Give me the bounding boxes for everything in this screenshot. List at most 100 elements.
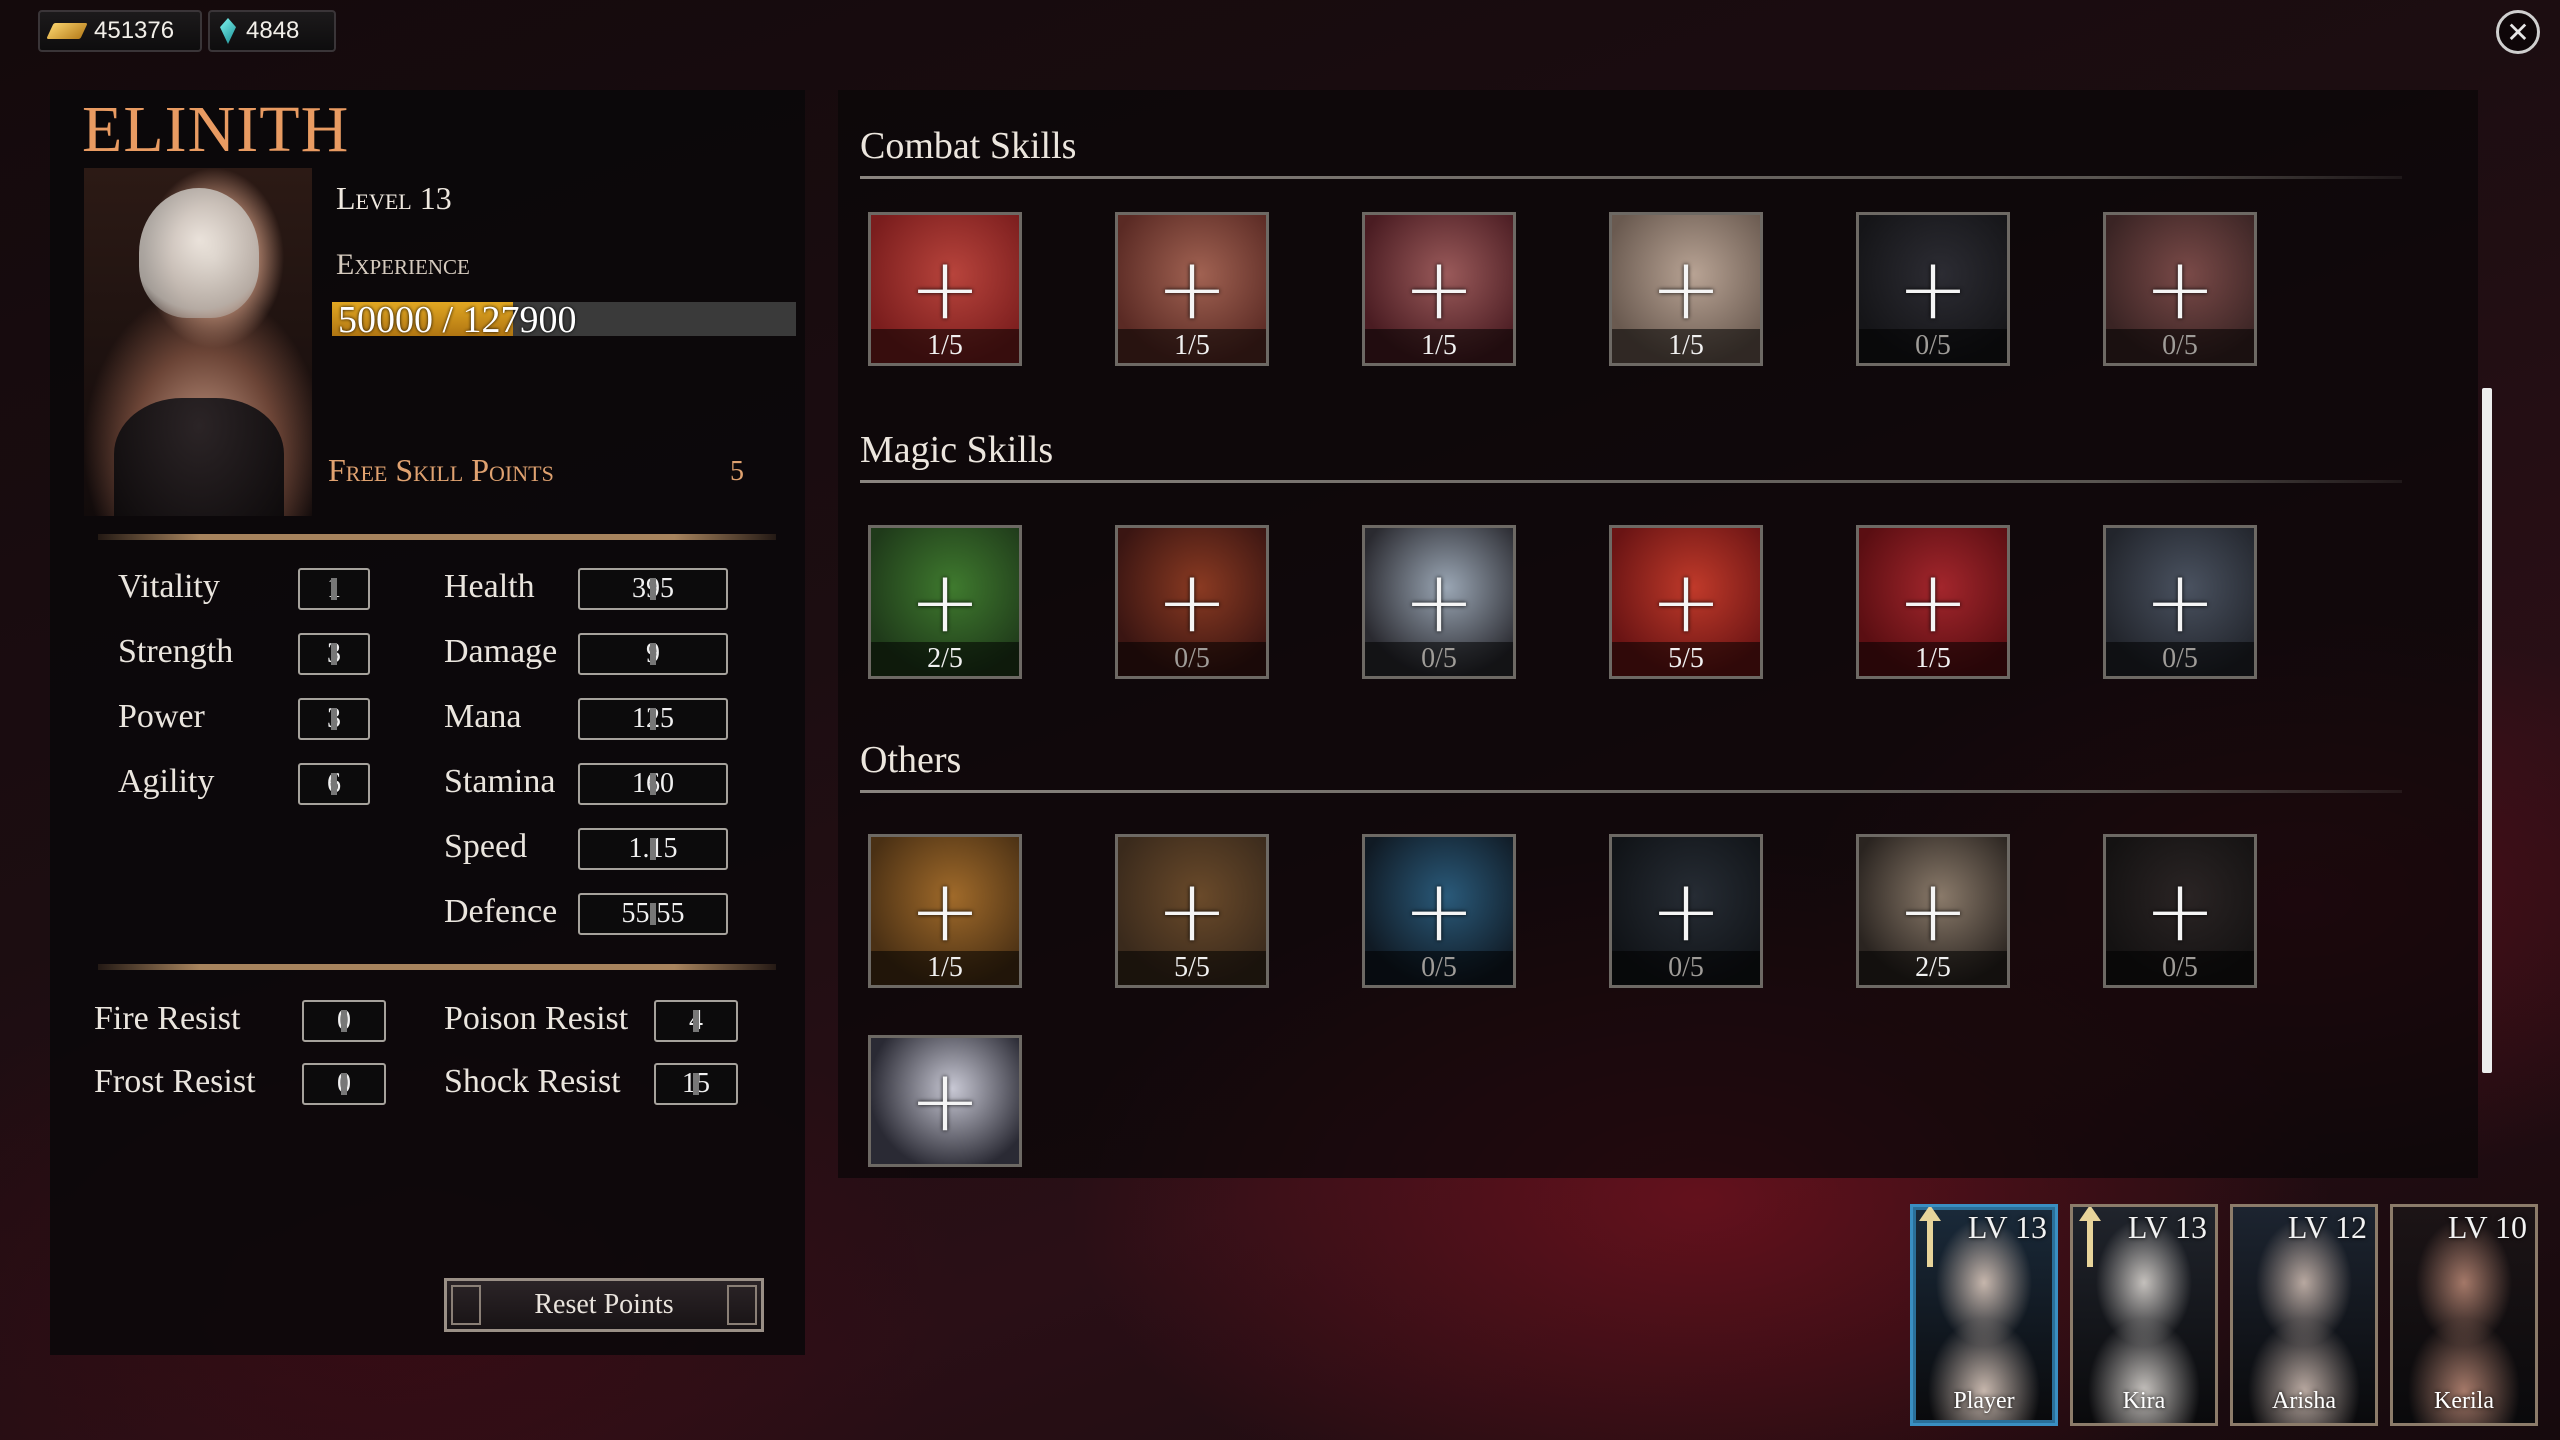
health-value: 395 [578,568,728,610]
party-member-card[interactable]: LV 13 Player [1910,1204,2058,1426]
skill-slot[interactable]: +0/5 [1856,212,2010,366]
level-up-arrow-icon [2079,1207,2101,1267]
plus-icon[interactable]: + [909,1058,981,1144]
stat-label: Shock Resist [444,1063,621,1100]
divider [98,534,776,540]
experience-label: Experience [336,248,470,281]
plus-icon[interactable]: + [1650,559,1722,645]
character-name: ELINITH [82,93,350,166]
stat-label: Vitality [118,568,220,605]
skill-rank: 2/5 [871,642,1019,676]
skill-slot[interactable]: +1/5 [1609,212,1763,366]
skill-rank: 0/5 [2106,329,2254,363]
damage-value: 9 [578,633,728,675]
party-member-name: Arisha [2272,1388,2336,1414]
plus-icon[interactable]: + [2144,868,2216,954]
vitality-value: 1 [298,568,370,610]
stat-label: Power [118,698,205,735]
plus-icon[interactable]: + [2144,246,2216,332]
plus-icon[interactable]: + [1156,559,1228,645]
skill-rank: 2/5 [1859,951,2007,985]
section-title: Others [860,739,962,781]
plus-icon[interactable]: + [1403,559,1475,645]
skill-slot[interactable]: +1/5 [1362,212,1516,366]
stat-label: Health [444,568,535,605]
party-member-card[interactable]: LV 10 Kerila [2390,1204,2538,1426]
skill-rank: 0/5 [2106,951,2254,985]
gem-counter: 4848 [208,10,336,52]
close-icon: ✕ [2506,15,2530,49]
party-member-card[interactable]: LV 12 Arisha [2230,1204,2378,1426]
shock-resist-value: 15 [654,1063,738,1105]
party-member-level: LV 13 [1967,1209,2047,1245]
agility-value: 6 [298,763,370,805]
plus-icon[interactable]: + [1403,868,1475,954]
skill-rank: 0/5 [1118,642,1266,676]
skill-slot[interactable]: +5/5 [1115,834,1269,988]
skill-slot[interactable]: +0/5 [2103,212,2257,366]
skill-slot[interactable]: +5/5 [1609,525,1763,679]
skill-slot[interactable]: +1/5 [868,212,1022,366]
skill-slot[interactable]: +0/5 [1609,834,1763,988]
plus-icon[interactable]: + [2144,559,2216,645]
plus-icon[interactable]: + [909,559,981,645]
plus-icon[interactable]: + [1897,559,1969,645]
party-member-card[interactable]: LV 13 Kira [2070,1204,2218,1426]
skill-rank: 0/5 [1859,329,2007,363]
stamina-value: 160 [578,763,728,805]
character-level: Level 13 [336,180,452,216]
stat-label: Frost Resist [94,1063,256,1100]
scrollbar-thumb[interactable] [2482,388,2492,1073]
stat-label: Stamina [444,763,556,800]
skill-slot[interactable]: +1/5 [1115,212,1269,366]
reset-points-button[interactable]: Reset Points [444,1278,764,1332]
plus-icon[interactable]: + [1156,868,1228,954]
skill-rank: 0/5 [1365,642,1513,676]
party-member-name: Player [1953,1388,2015,1414]
stat-label: Damage [444,633,558,670]
skill-slot[interactable]: + [868,1035,1022,1167]
party-member-name: Kira [2122,1388,2166,1414]
skill-slot[interactable]: +0/5 [2103,525,2257,679]
plus-icon[interactable]: + [1156,246,1228,332]
party-member-name: Kerila [2434,1388,2494,1414]
skill-rank: 1/5 [871,329,1019,363]
section-divider [860,790,2402,793]
skill-rank: 5/5 [1612,642,1760,676]
stat-label: Defence [444,893,558,930]
plus-icon[interactable]: + [1403,246,1475,332]
skill-slot[interactable]: +0/5 [1362,525,1516,679]
skill-slot[interactable]: +2/5 [1856,834,2010,988]
plus-icon[interactable]: + [1650,246,1722,332]
plus-icon[interactable]: + [909,868,981,954]
skill-slot[interactable]: +2/5 [868,525,1022,679]
stat-label: Poison Resist [444,1000,629,1037]
power-value: 3 [298,698,370,740]
skill-rank: 0/5 [2106,642,2254,676]
plus-icon[interactable]: + [1650,868,1722,954]
free-skill-points-value: 5 [730,456,744,487]
section-divider [860,480,2402,483]
poison-resist-value: 4 [654,1000,738,1042]
stat-label: Mana [444,698,522,735]
skill-slot[interactable]: +0/5 [1115,525,1269,679]
plus-icon[interactable]: + [1897,868,1969,954]
skill-slot[interactable]: +1/5 [868,834,1022,988]
party-member-level: LV 12 [2287,1209,2367,1245]
section-title: Combat Skills [860,125,1077,167]
frost-resist-value: 0 [302,1063,386,1105]
skill-slot[interactable]: +0/5 [1362,834,1516,988]
close-button[interactable]: ✕ [2496,10,2540,54]
gem-icon [220,18,236,44]
skill-rank: 0/5 [1612,951,1760,985]
skill-slot[interactable]: +0/5 [2103,834,2257,988]
gold-bar-icon [46,23,88,39]
plus-icon[interactable]: + [1897,246,1969,332]
skill-rank: 1/5 [1118,329,1266,363]
plus-icon[interactable]: + [909,246,981,332]
mana-value: 125 [578,698,728,740]
section-divider [860,176,2402,179]
skill-rank: 5/5 [1118,951,1266,985]
skill-slot[interactable]: +1/5 [1856,525,2010,679]
gold-amount: 451376 [94,17,175,44]
